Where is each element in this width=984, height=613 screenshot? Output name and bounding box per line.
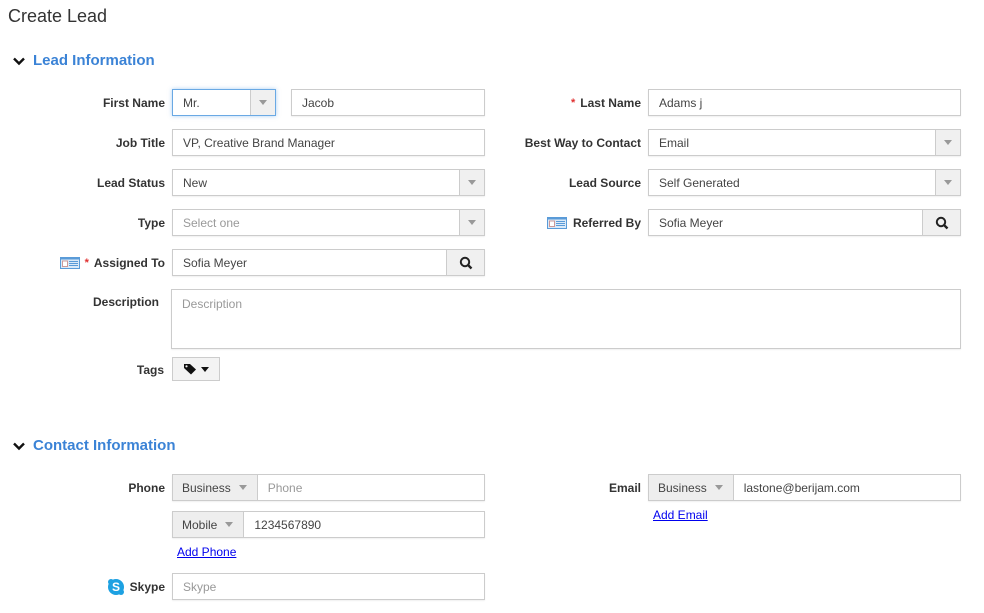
section-toggle-contact-information[interactable]: Contact Information: [13, 437, 176, 454]
label-text: First Name: [102, 95, 165, 110]
search-icon: [459, 256, 472, 269]
tags-label: Tags: [100, 358, 164, 382]
best-way-label: Best Way to Contact: [500, 129, 641, 156]
salutation-value: Mr.: [183, 95, 200, 110]
label-text: Lead Source: [568, 175, 641, 190]
best-way-select[interactable]: Email: [648, 129, 961, 156]
referred-by-label: Referred By: [520, 209, 641, 236]
section-toggle-lead-information[interactable]: Lead Information: [13, 52, 155, 69]
contact-card-icon[interactable]: [546, 216, 567, 229]
phone-type-select[interactable]: Mobile: [173, 512, 245, 537]
phone-type-value: Business: [182, 480, 231, 495]
tags-dropdown-button[interactable]: [172, 357, 220, 381]
job-title-value: VP, Creative Brand Manager: [183, 135, 335, 150]
phone-row: Mobile 1234567890: [172, 511, 485, 538]
referred-by-value: Sofia Meyer: [659, 215, 724, 230]
lead-source-select[interactable]: Self Generated: [648, 169, 961, 196]
email-type-select[interactable]: Business: [649, 475, 734, 500]
first-name-label: First Name: [60, 89, 165, 116]
label-text: Assigned To: [93, 255, 165, 270]
caret-down-icon: [714, 485, 723, 490]
add-phone-link[interactable]: Add Phone: [177, 545, 236, 559]
required-marker: *: [571, 96, 576, 109]
first-name-value: Jacob: [302, 95, 335, 110]
type-label: Type: [60, 209, 165, 236]
lead-source-label: Lead Source: [500, 169, 641, 196]
phone-type-select[interactable]: Business: [173, 475, 258, 500]
dropdown-arrow-icon[interactable]: [935, 130, 960, 155]
chevron-down-icon: [13, 442, 25, 450]
email-input[interactable]: lastone@berijam.com: [734, 481, 960, 495]
assigned-to-value: Sofia Meyer: [183, 255, 248, 270]
label-text: Job Title: [115, 135, 165, 150]
svg-text:S: S: [112, 580, 120, 594]
best-way-value: Email: [659, 135, 690, 150]
chevron-down-icon: [13, 57, 25, 65]
job-title-label: Job Title: [60, 129, 165, 156]
label-text: Best Way to Contact: [524, 135, 641, 150]
label-text: Last Name: [580, 95, 641, 110]
dropdown-arrow-icon[interactable]: [250, 90, 275, 115]
dropdown-arrow-icon[interactable]: [459, 170, 484, 195]
email-row: Business lastone@berijam.com: [648, 474, 961, 501]
page-title: Create Lead: [8, 6, 108, 26]
section-title: Lead Information: [33, 52, 155, 69]
skype-label: S Skype: [90, 573, 165, 600]
phone-row: Business Phone: [172, 474, 485, 501]
job-title-input[interactable]: VP, Creative Brand Manager: [172, 129, 485, 156]
salutation-select[interactable]: Mr.: [172, 89, 276, 116]
email-label: Email: [580, 474, 641, 501]
skype-icon: S: [107, 578, 124, 595]
type-select[interactable]: Select one: [172, 209, 485, 236]
label-text: Referred By: [572, 215, 641, 230]
lead-status-select[interactable]: New: [172, 169, 485, 196]
tag-icon: [184, 364, 196, 375]
label-text: Tags: [136, 363, 164, 377]
phone-input[interactable]: 1234567890: [244, 518, 484, 532]
lead-source-value: Self Generated: [659, 175, 740, 190]
skype-placeholder: Skype: [183, 579, 217, 594]
first-name-input[interactable]: Jacob: [291, 89, 485, 116]
phone-input[interactable]: Phone: [258, 481, 484, 495]
lead-status-label: Lead Status: [60, 169, 165, 196]
contact-card-icon[interactable]: [59, 256, 80, 269]
last-name-input[interactable]: Adams j: [648, 89, 961, 116]
caret-down-icon: [225, 522, 234, 527]
email-type-value: Business: [658, 480, 707, 495]
description-placeholder: Description: [182, 297, 243, 311]
phone-type-value: Mobile: [182, 517, 218, 532]
search-button[interactable]: [446, 250, 484, 275]
caret-down-icon: [201, 366, 209, 372]
lead-status-value: New: [183, 175, 208, 190]
last-name-value: Adams j: [659, 95, 703, 110]
label-text: Description: [92, 295, 159, 309]
caret-down-icon: [238, 485, 247, 490]
assigned-to-label: * Assigned To: [40, 249, 165, 276]
skype-input[interactable]: Skype: [172, 573, 485, 600]
section-title: Contact Information: [33, 437, 176, 454]
add-email-link[interactable]: Add Email: [653, 508, 708, 522]
assigned-to-input[interactable]: Sofia Meyer: [172, 249, 485, 276]
dropdown-arrow-icon[interactable]: [935, 170, 960, 195]
dropdown-arrow-icon[interactable]: [459, 210, 484, 235]
type-placeholder: Select one: [183, 215, 240, 230]
label-text: Type: [137, 215, 165, 230]
label-text: Phone: [128, 480, 165, 495]
description-label: Description: [60, 294, 159, 310]
label-text: Skype: [129, 579, 165, 594]
search-icon: [935, 216, 948, 229]
last-name-label: * Last Name: [520, 89, 641, 116]
label-text: Email: [608, 480, 641, 495]
label-text: Lead Status: [96, 175, 165, 190]
required-marker: *: [84, 256, 89, 269]
description-textarea[interactable]: Description: [171, 289, 961, 349]
referred-by-input[interactable]: Sofia Meyer: [648, 209, 961, 236]
phone-label: Phone: [100, 474, 165, 501]
search-button[interactable]: [922, 210, 960, 235]
